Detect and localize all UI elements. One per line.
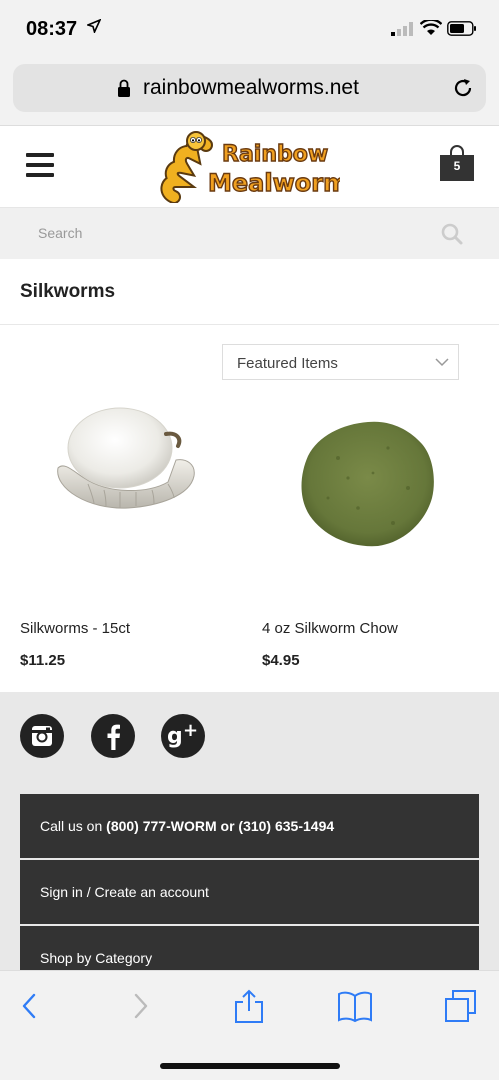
mealworm-mascot-icon: [160, 131, 213, 203]
logo-text-rainbow: Rainbow: [222, 142, 328, 167]
svg-text:+: +: [183, 720, 198, 741]
shop-by-category-toggle[interactable]: Shop by Category: [20, 926, 479, 970]
call-us-prefix: Call us on: [40, 818, 107, 834]
address-bar[interactable]: rainbowmealworms.net: [13, 64, 486, 112]
url-text: rainbowmealworms.net: [143, 76, 359, 99]
sign-in-label: Sign in / Create an account: [40, 884, 209, 900]
back-chevron-icon[interactable]: [14, 989, 48, 1023]
browser-toolbar: [0, 970, 499, 1080]
sign-in-link[interactable]: Sign in / Create an account: [20, 860, 479, 924]
site-footer: g + Call us on (800) 777-WORM or (310) 6…: [0, 692, 499, 970]
svg-text:g: g: [167, 724, 183, 749]
lock-icon: [118, 79, 130, 97]
product-price: $11.25: [20, 652, 66, 669]
wifi-icon: [420, 20, 442, 35]
product-name[interactable]: 4 oz Silkworm Chow: [262, 620, 398, 637]
google-plus-icon[interactable]: g +: [161, 714, 205, 758]
site-header: Rainbow Mealworms 5: [0, 127, 499, 207]
instagram-icon[interactable]: [20, 714, 64, 758]
browser-address-area: rainbowmealworms.net: [0, 56, 499, 126]
page-title: Silkworms: [20, 281, 116, 302]
chevron-down-icon: [435, 358, 449, 367]
search-icon[interactable]: [440, 222, 464, 246]
cellular-signal-icon: [391, 22, 413, 36]
product-name[interactable]: Silkworms - 15ct: [20, 620, 130, 637]
silkworm-chow-powder-image[interactable]: [298, 418, 438, 548]
location-arrow-icon: [87, 19, 101, 33]
search-input[interactable]: Search: [38, 225, 82, 241]
product-price: $4.95: [262, 652, 300, 669]
call-us-block[interactable]: Call us on (800) 777-WORM or (310) 635-1…: [20, 794, 479, 858]
rainbow-mealworms-logo[interactable]: Rainbow Mealworms: [160, 131, 340, 203]
home-indicator[interactable]: [160, 1063, 340, 1069]
page-title-area: Silkworms: [0, 259, 499, 325]
tabs-icon[interactable]: [444, 989, 478, 1023]
bookmarks-icon[interactable]: [338, 989, 372, 1023]
silkworm-cocoon-image[interactable]: [48, 398, 198, 523]
search-bar[interactable]: Search: [0, 207, 499, 259]
facebook-icon[interactable]: [91, 714, 135, 758]
logo-text-mealworms: Mealworms: [208, 169, 340, 197]
call-us-numbers[interactable]: (800) 777-WORM or (310) 635-1494: [106, 818, 334, 834]
shop-by-category-label: Shop by Category: [40, 950, 153, 966]
reload-icon[interactable]: [451, 76, 475, 100]
forward-chevron-icon[interactable]: [122, 989, 156, 1023]
status-bar: 08:37: [0, 0, 499, 56]
status-time: 08:37: [26, 18, 78, 40]
share-icon[interactable]: [232, 989, 266, 1023]
cart-count-badge: 5: [453, 159, 461, 173]
hamburger-menu-icon[interactable]: [26, 153, 54, 177]
sort-select[interactable]: Featured Items: [222, 344, 459, 380]
sort-selected-value: Featured Items: [237, 355, 338, 372]
battery-icon: [447, 21, 476, 36]
